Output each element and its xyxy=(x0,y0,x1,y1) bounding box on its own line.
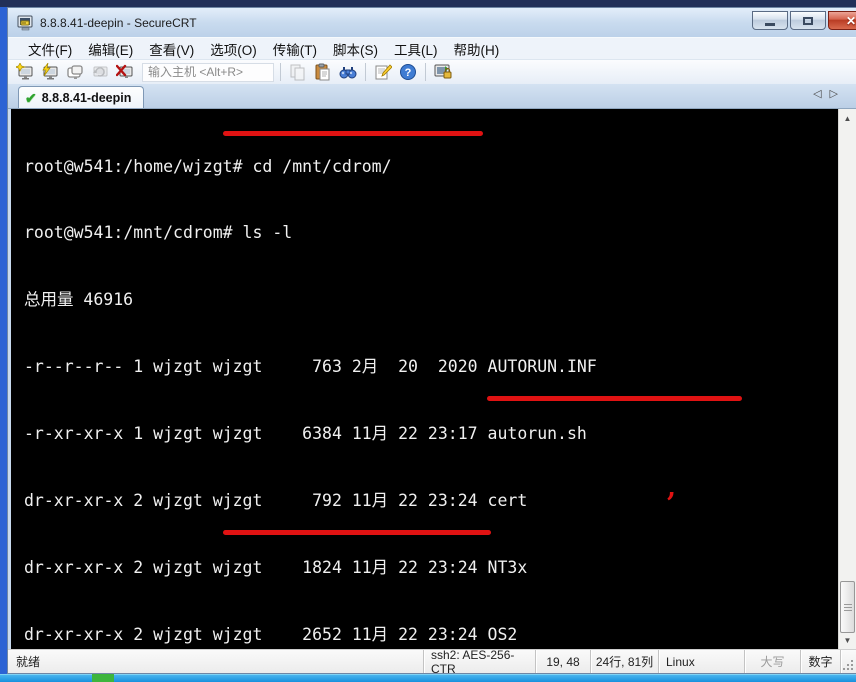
status-message: 就绪 xyxy=(16,655,41,669)
resize-grip[interactable] xyxy=(840,650,856,673)
svg-text:?: ? xyxy=(405,67,412,79)
terminal-line: root@w541:/mnt/cdrom# ls -l xyxy=(24,223,293,243)
tab-bar: ✔ 8.8.8.41-deepin ◁ ▷ xyxy=(8,84,856,109)
menu-transfer[interactable]: 传输(T) xyxy=(265,37,325,61)
tab-session[interactable]: ✔ 8.8.8.41-deepin xyxy=(18,86,145,108)
securecrt-app-icon xyxy=(17,15,33,30)
menu-bar: 文件(F) 编辑(E) 查看(V) 选项(O) 传输(T) 脚本(S) 工具(L… xyxy=(8,37,856,59)
connected-check-icon: ✔ xyxy=(25,89,37,106)
terminal-scrollbar[interactable]: ▲ ▼ xyxy=(838,109,856,649)
find-icon xyxy=(339,67,357,79)
menu-edit[interactable]: 编辑(E) xyxy=(80,37,141,61)
connect-in-tab-button[interactable] xyxy=(64,62,86,83)
scrollbar-thumb[interactable] xyxy=(840,581,855,633)
menu-options[interactable]: 选项(O) xyxy=(202,37,265,61)
window-controls: ✕ xyxy=(752,11,856,30)
menu-file[interactable]: 文件(F) xyxy=(20,37,80,61)
toolbar: ? xyxy=(8,59,856,84)
toolbar-separator xyxy=(425,63,426,81)
minimize-icon xyxy=(765,22,775,26)
menu-tools[interactable]: 工具(L) xyxy=(386,37,446,61)
maximize-icon xyxy=(803,16,813,25)
close-icon: ✕ xyxy=(845,13,856,28)
session-lock-icon xyxy=(434,64,451,79)
help-button[interactable]: ? xyxy=(397,62,419,83)
status-emulation: Linux xyxy=(658,650,744,673)
paste-icon xyxy=(315,63,330,81)
toolbar-separator xyxy=(365,63,366,81)
session-manager-button[interactable] xyxy=(432,62,454,83)
annotation-underline-run-command xyxy=(223,530,491,535)
help-icon: ? xyxy=(400,64,416,80)
menu-view[interactable]: 查看(V) xyxy=(141,37,202,61)
session-options-icon xyxy=(375,64,392,80)
terminal-line: dr-xr-xr-x 2 wjzgt wjzgt 2652 11月 22 23:… xyxy=(24,624,518,644)
annotation-comma-mark: , xyxy=(667,473,677,503)
terminal-screen[interactable]: root@w541:/home/wjzgt# cd /mnt/cdrom/ ro… xyxy=(11,109,838,649)
close-button[interactable]: ✕ xyxy=(828,11,856,30)
paste-button[interactable] xyxy=(312,62,334,83)
connect-in-tab-icon xyxy=(66,65,83,79)
resize-grip-dots xyxy=(843,660,853,670)
find-button[interactable] xyxy=(337,62,359,83)
disconnect-icon xyxy=(115,64,132,78)
desktop-background: 8.8.8.41-deepin - SecureCRT ✕ 文件(F) 编辑(E… xyxy=(0,0,856,682)
reconnect-button[interactable] xyxy=(89,62,111,83)
status-caps-indicator: 大写 xyxy=(744,650,800,673)
taskbar-item-green xyxy=(92,674,114,682)
status-num-indicator: 数字 xyxy=(800,650,840,673)
copy-icon xyxy=(290,64,305,81)
securecrt-window: 8.8.8.41-deepin - SecureCRT ✕ 文件(F) 编辑(E… xyxy=(7,7,856,674)
reconnect-icon xyxy=(92,66,107,77)
tab-scroll-right-icon[interactable]: ▷ xyxy=(830,89,838,100)
terminal-output: root@w541:/home/wjzgt# cd /mnt/cdrom/ ro… xyxy=(24,111,815,649)
menu-script[interactable]: 脚本(S) xyxy=(325,37,386,61)
titlebar[interactable]: 8.8.8.41-deepin - SecureCRT ✕ xyxy=(8,8,856,37)
desktop-edge-left xyxy=(0,7,7,674)
terminal-line: -r--r--r-- 1 wjzgt wjzgt 763 2月 20 2020 … xyxy=(24,357,597,377)
annotation-underline-cd-command xyxy=(223,131,483,136)
terminal-line: -r-xr-xr-x 1 wjzgt wjzgt 6384 11月 22 23:… xyxy=(24,424,587,444)
toolbar-separator xyxy=(280,63,281,81)
menu-help[interactable]: 帮助(H) xyxy=(446,37,508,61)
disconnect-button[interactable] xyxy=(114,62,136,83)
terminal-line: dr-xr-xr-x 2 wjzgt wjzgt 1824 11月 22 23:… xyxy=(24,557,528,577)
status-terminal-size: 24行, 81列 xyxy=(590,650,658,673)
quick-connect-icon xyxy=(15,63,32,80)
status-cipher: ssh2: AES-256-CTR xyxy=(423,648,535,673)
scroll-up-icon[interactable]: ▲ xyxy=(839,111,856,125)
status-bar: 就绪 ssh2: AES-256-CTR 19, 48 24行, 81列 Lin… xyxy=(8,648,856,673)
terminal-line: 总用量 46916 xyxy=(24,290,134,310)
window-title: 8.8.8.41-deepin - SecureCRT xyxy=(40,15,197,30)
maximize-button[interactable] xyxy=(790,11,826,30)
connect-icon xyxy=(41,63,57,80)
status-cursor-position: 19, 48 xyxy=(535,650,590,673)
scrollbar-grip xyxy=(844,604,852,613)
annotation-underline-vboxlinuxadditions xyxy=(487,396,742,401)
tab-scroll-left-icon[interactable]: ◁ xyxy=(813,89,821,100)
scroll-down-icon[interactable]: ▼ xyxy=(839,633,856,647)
terminal-line: dr-xr-xr-x 2 wjzgt wjzgt 792 11月 22 23:2… xyxy=(24,491,528,511)
copy-button[interactable] xyxy=(287,62,309,83)
tab-scroll-arrows: ◁ ▷ xyxy=(813,89,838,100)
session-options-button[interactable] xyxy=(372,62,394,83)
quick-connect-button[interactable] xyxy=(14,62,36,83)
desktop-edge-bottom xyxy=(0,674,856,682)
terminal-line: root@w541:/home/wjzgt# cd /mnt/cdrom/ xyxy=(24,156,392,176)
connect-button[interactable] xyxy=(39,62,61,83)
tab-label: 8.8.8.41-deepin xyxy=(41,90,132,105)
terminal-wrap: root@w541:/home/wjzgt# cd /mnt/cdrom/ ro… xyxy=(8,109,856,649)
host-input[interactable] xyxy=(142,62,274,82)
minimize-button[interactable] xyxy=(752,11,788,30)
